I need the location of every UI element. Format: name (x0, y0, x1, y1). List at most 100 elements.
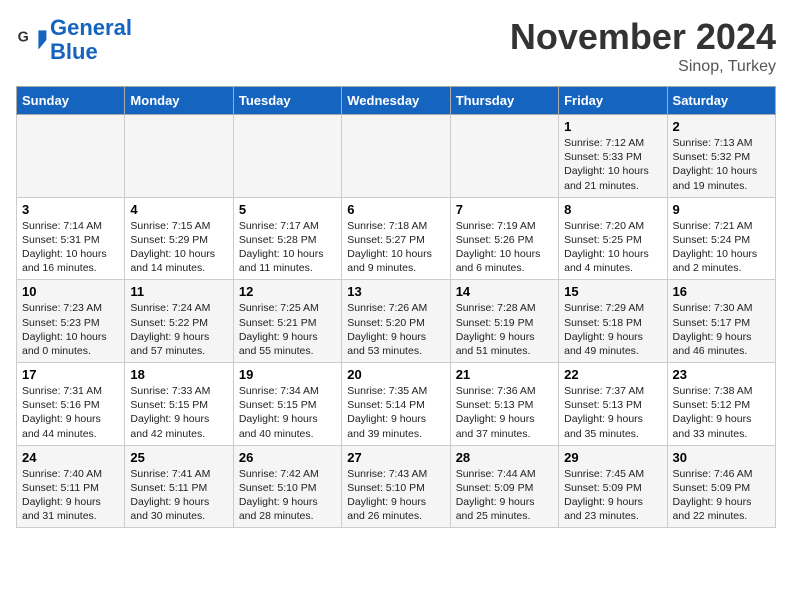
day-cell (125, 115, 233, 198)
day-number: 6 (347, 202, 444, 217)
day-info: Sunrise: 7:45 AM Sunset: 5:09 PM Dayligh… (564, 467, 661, 524)
weekday-header-sunday: Sunday (17, 87, 125, 115)
day-cell: 8 Sunrise: 7:20 AM Sunset: 5:25 PM Daylig… (559, 197, 667, 280)
day-info: Sunrise: 7:44 AM Sunset: 5:09 PM Dayligh… (456, 467, 553, 524)
week-row-4: 17Sunrise: 7:31 AM Sunset: 5:16 PM Dayli… (17, 363, 776, 446)
weekday-header-row: SundayMondayTuesdayWednesdayThursdayFrid… (17, 87, 776, 115)
day-number: 3 (22, 202, 119, 217)
day-cell: 23 Sunrise: 7:38 AM Sunset: 5:12 PM Dayli… (667, 363, 775, 446)
day-cell: 7Sunrise: 7:19 AM Sunset: 5:26 PM Daylig… (450, 197, 558, 280)
location: Sinop, Turkey (510, 58, 776, 76)
day-info: Sunrise: 7:29 AM Sunset: 5:18 PM Dayligh… (564, 301, 661, 358)
weekday-header-monday: Monday (125, 87, 233, 115)
logo-line2: Blue (50, 40, 132, 64)
day-number: 27 (347, 450, 444, 465)
day-number: 16 (673, 284, 770, 299)
day-info: Sunrise: 7:37 AM Sunset: 5:13 PM Dayligh… (564, 384, 661, 441)
day-info: Sunrise: 7:17 AM Sunset: 5:28 PM Dayligh… (239, 219, 336, 276)
day-cell (342, 115, 450, 198)
day-cell: 12 Sunrise: 7:25 AM Sunset: 5:21 PM Dayli… (233, 280, 341, 363)
day-info: Sunrise: 7:36 AM Sunset: 5:13 PM Dayligh… (456, 384, 553, 441)
day-number: 1 (564, 119, 661, 134)
day-info: Sunrise: 7:26 AM Sunset: 5:20 PM Dayligh… (347, 301, 444, 358)
day-number: 24 (22, 450, 119, 465)
day-number: 23 (673, 367, 770, 382)
day-cell: 28 Sunrise: 7:44 AM Sunset: 5:09 PM Dayli… (450, 445, 558, 528)
day-info: Sunrise: 7:34 AM Sunset: 5:15 PM Dayligh… (239, 384, 336, 441)
day-number: 14 (456, 284, 553, 299)
day-cell: 6Sunrise: 7:18 AM Sunset: 5:27 PM Daylig… (342, 197, 450, 280)
day-number: 25 (130, 450, 227, 465)
day-cell: 13 Sunrise: 7:26 AM Sunset: 5:20 PM Dayli… (342, 280, 450, 363)
week-row-2: 3 Sunrise: 7:14 AM Sunset: 5:31 PM Daylig… (17, 197, 776, 280)
day-number: 8 (564, 202, 661, 217)
day-number: 29 (564, 450, 661, 465)
day-number: 28 (456, 450, 553, 465)
day-number: 30 (673, 450, 770, 465)
day-info: Sunrise: 7:33 AM Sunset: 5:15 PM Dayligh… (130, 384, 227, 441)
day-number: 18 (130, 367, 227, 382)
day-cell: 1 Sunrise: 7:12 AM Sunset: 5:33 PM Daylig… (559, 115, 667, 198)
day-info: Sunrise: 7:13 AM Sunset: 5:32 PM Dayligh… (673, 136, 770, 193)
day-cell: 29 Sunrise: 7:45 AM Sunset: 5:09 PM Dayli… (559, 445, 667, 528)
day-info: Sunrise: 7:41 AM Sunset: 5:11 PM Dayligh… (130, 467, 227, 524)
day-info: Sunrise: 7:20 AM Sunset: 5:25 PM Dayligh… (564, 219, 661, 276)
day-cell: 4 Sunrise: 7:15 AM Sunset: 5:29 PM Daylig… (125, 197, 233, 280)
day-info: Sunrise: 7:25 AM Sunset: 5:21 PM Dayligh… (239, 301, 336, 358)
day-cell: 21 Sunrise: 7:36 AM Sunset: 5:13 PM Dayli… (450, 363, 558, 446)
day-cell: 17Sunrise: 7:31 AM Sunset: 5:16 PM Dayli… (17, 363, 125, 446)
day-cell: 11Sunrise: 7:24 AM Sunset: 5:22 PM Dayli… (125, 280, 233, 363)
day-cell: 22 Sunrise: 7:37 AM Sunset: 5:13 PM Dayli… (559, 363, 667, 446)
day-cell: 9Sunrise: 7:21 AM Sunset: 5:24 PM Daylig… (667, 197, 775, 280)
day-cell: 20 Sunrise: 7:35 AM Sunset: 5:14 PM Dayli… (342, 363, 450, 446)
day-info: Sunrise: 7:21 AM Sunset: 5:24 PM Dayligh… (673, 219, 770, 276)
logo-text: General Blue (50, 16, 132, 64)
day-cell (450, 115, 558, 198)
day-info: Sunrise: 7:30 AM Sunset: 5:17 PM Dayligh… (673, 301, 770, 358)
day-number: 21 (456, 367, 553, 382)
day-cell: 27 Sunrise: 7:43 AM Sunset: 5:10 PM Dayli… (342, 445, 450, 528)
day-cell: 14 Sunrise: 7:28 AM Sunset: 5:19 PM Dayli… (450, 280, 558, 363)
day-info: Sunrise: 7:14 AM Sunset: 5:31 PM Dayligh… (22, 219, 119, 276)
weekday-header-saturday: Saturday (667, 87, 775, 115)
day-info: Sunrise: 7:43 AM Sunset: 5:10 PM Dayligh… (347, 467, 444, 524)
svg-text:G: G (18, 30, 29, 46)
day-info: Sunrise: 7:35 AM Sunset: 5:14 PM Dayligh… (347, 384, 444, 441)
day-number: 4 (130, 202, 227, 217)
day-cell: 5Sunrise: 7:17 AM Sunset: 5:28 PM Daylig… (233, 197, 341, 280)
day-info: Sunrise: 7:28 AM Sunset: 5:19 PM Dayligh… (456, 301, 553, 358)
day-cell: 16 Sunrise: 7:30 AM Sunset: 5:17 PM Dayli… (667, 280, 775, 363)
day-info: Sunrise: 7:12 AM Sunset: 5:33 PM Dayligh… (564, 136, 661, 193)
day-cell: 30 Sunrise: 7:46 AM Sunset: 5:09 PM Dayli… (667, 445, 775, 528)
day-cell: 18 Sunrise: 7:33 AM Sunset: 5:15 PM Dayli… (125, 363, 233, 446)
day-number: 7 (456, 202, 553, 217)
day-number: 11 (130, 284, 227, 299)
day-info: Sunrise: 7:42 AM Sunset: 5:10 PM Dayligh… (239, 467, 336, 524)
day-number: 2 (673, 119, 770, 134)
day-number: 17 (22, 367, 119, 382)
day-info: Sunrise: 7:38 AM Sunset: 5:12 PM Dayligh… (673, 384, 770, 441)
weekday-header-friday: Friday (559, 87, 667, 115)
title-block: November 2024 Sinop, Turkey (510, 16, 776, 76)
calendar-table: SundayMondayTuesdayWednesdayThursdayFrid… (16, 86, 776, 528)
day-cell: 24 Sunrise: 7:40 AM Sunset: 5:11 PM Dayli… (17, 445, 125, 528)
day-number: 13 (347, 284, 444, 299)
day-cell: 10Sunrise: 7:23 AM Sunset: 5:23 PM Dayli… (17, 280, 125, 363)
day-info: Sunrise: 7:46 AM Sunset: 5:09 PM Dayligh… (673, 467, 770, 524)
weekday-header-tuesday: Tuesday (233, 87, 341, 115)
day-cell (233, 115, 341, 198)
day-cell: 3 Sunrise: 7:14 AM Sunset: 5:31 PM Daylig… (17, 197, 125, 280)
day-cell: 2 Sunrise: 7:13 AM Sunset: 5:32 PM Daylig… (667, 115, 775, 198)
day-cell: 26Sunrise: 7:42 AM Sunset: 5:10 PM Dayli… (233, 445, 341, 528)
day-info: Sunrise: 7:40 AM Sunset: 5:11 PM Dayligh… (22, 467, 119, 524)
day-info: Sunrise: 7:15 AM Sunset: 5:29 PM Dayligh… (130, 219, 227, 276)
day-number: 20 (347, 367, 444, 382)
month-title: November 2024 (510, 16, 776, 58)
week-row-5: 24 Sunrise: 7:40 AM Sunset: 5:11 PM Dayli… (17, 445, 776, 528)
day-number: 15 (564, 284, 661, 299)
day-number: 22 (564, 367, 661, 382)
logo-line1: General (50, 15, 132, 40)
logo: G General Blue (16, 16, 132, 64)
day-number: 19 (239, 367, 336, 382)
day-number: 12 (239, 284, 336, 299)
